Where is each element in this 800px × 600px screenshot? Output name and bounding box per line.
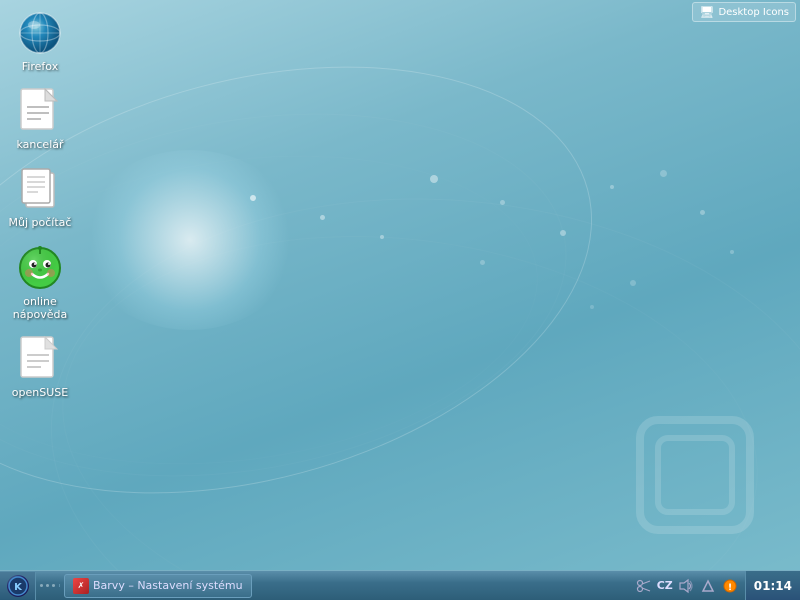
opensuse-label: openSUSE	[12, 386, 68, 399]
firefox-icon-item[interactable]: Firefox	[0, 5, 80, 77]
kde-svg: K	[8, 576, 28, 596]
firefox-icon-img	[16, 9, 64, 57]
scissors-tray-icon[interactable]	[635, 577, 653, 595]
kancelar-icon-item[interactable]: kancelář	[0, 83, 80, 155]
desktop-icons-button[interactable]: 🖥 Desktop Icons	[692, 2, 796, 22]
barvy-app-icon: ✗	[73, 578, 89, 594]
kancelar-label: kancelář	[16, 138, 63, 151]
muj-pocitac-label: Můj počítač	[9, 216, 72, 229]
updates-tray-icon[interactable]: !	[721, 577, 739, 595]
taskbar-apps: ✗ Barvy – Nastavení systému	[60, 574, 629, 598]
network-svg	[700, 578, 716, 594]
clock-time: 01:14	[754, 579, 792, 593]
taskbar: K ✗ Barvy – Nastavení systému	[0, 570, 800, 600]
online-napoveda-icon-item[interactable]: online nápověda	[0, 240, 80, 325]
network-tray-icon[interactable]	[699, 577, 717, 595]
desktop-icons-area: Firefox kancelář	[0, 5, 80, 407]
clock[interactable]: 01:14	[745, 571, 800, 600]
barvy-app-label: Barvy – Nastavení systému	[93, 579, 243, 592]
online-napoveda-icon-img	[16, 244, 64, 292]
ql-dot-1	[40, 584, 43, 587]
monitor-icon: 🖥	[699, 5, 714, 19]
opensuse-icon-img	[16, 335, 64, 383]
sparkle-11	[630, 280, 636, 286]
sparkle-10	[730, 250, 734, 254]
updates-svg: !	[722, 578, 738, 594]
barvy-app-button[interactable]: ✗ Barvy – Nastavení systému	[64, 574, 252, 598]
start-button[interactable]: K	[0, 572, 36, 600]
quick-launch	[36, 584, 60, 587]
sparkle-5	[500, 200, 505, 205]
firefox-svg	[18, 11, 62, 55]
opensuse-icon-item[interactable]: openSUSE	[0, 331, 80, 403]
sparkle-6	[560, 230, 566, 236]
svg-text:K: K	[14, 582, 23, 593]
sparkle-13	[590, 305, 594, 309]
desktop: 🖥 Desktop Icons	[0, 0, 800, 600]
volume-tray-icon[interactable]	[677, 577, 695, 595]
desktop-icons-label: Desktop Icons	[718, 7, 789, 18]
kde-logo: K	[7, 575, 29, 597]
sparkle-2	[320, 215, 325, 220]
muj-pocitac-icon-img	[16, 165, 64, 213]
opensuse-svg	[19, 335, 61, 383]
volume-svg	[678, 578, 694, 594]
muj-pocitac-svg	[18, 167, 62, 211]
sparkle-4	[430, 175, 438, 183]
svg-text:!: !	[728, 583, 732, 593]
sparkle-12	[480, 260, 485, 265]
opensuse-watermark	[620, 400, 770, 550]
firefox-label: Firefox	[22, 60, 58, 73]
muj-pocitac-icon-item[interactable]: Můj počítač	[0, 161, 80, 233]
ql-dot-2	[46, 584, 49, 587]
locale-indicator[interactable]: CZ	[657, 579, 673, 592]
sparkle-8	[660, 170, 667, 177]
sparkle-9	[700, 210, 705, 215]
sparkle-1	[250, 195, 256, 201]
online-napoveda-svg	[18, 246, 62, 290]
systray: CZ !	[629, 571, 745, 600]
scissors-svg	[636, 578, 652, 594]
online-napoveda-label: online nápověda	[6, 295, 74, 321]
sparkle-7	[610, 185, 614, 189]
sparkle-3	[380, 235, 384, 239]
ql-dot-3	[52, 584, 55, 587]
kancelar-svg	[19, 87, 61, 135]
kancelar-icon-img	[16, 87, 64, 135]
